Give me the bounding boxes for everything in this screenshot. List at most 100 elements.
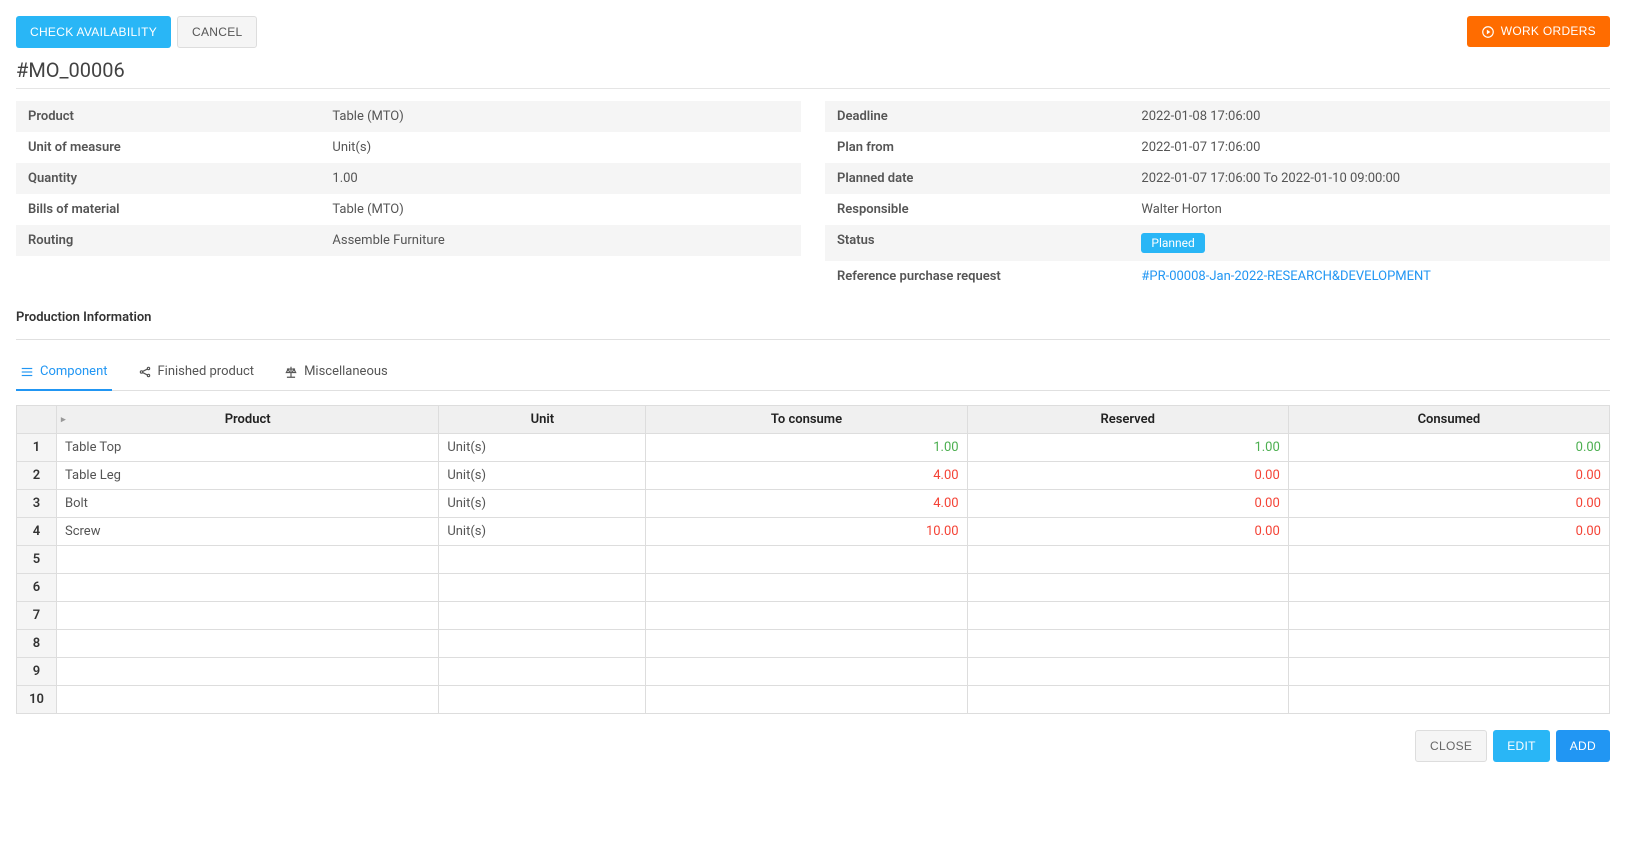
cell-consumed: [1288, 686, 1609, 714]
detail-value: #PR-00008-Jan-2022-RESEARCH&DEVELOPMENT: [1141, 269, 1598, 284]
cell-product: Screw: [57, 518, 439, 546]
work-orders-label: WORK ORDERS: [1501, 24, 1596, 38]
tab-miscellaneous[interactable]: Miscellaneous: [280, 354, 392, 391]
work-orders-button[interactable]: WORK ORDERS: [1467, 16, 1610, 47]
cell-unit: [439, 574, 646, 602]
cell-unit: Unit(s): [439, 518, 646, 546]
detail-label: Responsible: [837, 202, 1141, 217]
top-toolbar-right: WORK ORDERS: [1467, 16, 1610, 47]
row-number: 8: [17, 630, 57, 658]
detail-value: 2022-01-07 17:06:00: [1141, 140, 1598, 155]
cell-reserved: [967, 630, 1288, 658]
col-rownum-header[interactable]: [17, 406, 57, 434]
cell-consumed: [1288, 658, 1609, 686]
details-right-panel: Deadline2022-01-08 17:06:00 Plan from2022…: [825, 101, 1610, 292]
table-row[interactable]: 3BoltUnit(s)4.000.000.00: [17, 490, 1610, 518]
cell-reserved: 0.00: [967, 462, 1288, 490]
col-product-label: Product: [225, 412, 271, 427]
table-row[interactable]: 4ScrewUnit(s)10.000.000.00: [17, 518, 1610, 546]
cell-toconsume: [646, 658, 967, 686]
edit-button[interactable]: EDIT: [1493, 730, 1550, 762]
footer-toolbar: CLOSE EDIT ADD: [16, 730, 1610, 762]
col-consumed-header[interactable]: Consumed: [1288, 406, 1609, 434]
detail-label: Reference purchase request: [837, 269, 1141, 284]
cell-toconsume: 1.00: [646, 434, 967, 462]
tab-component[interactable]: Component: [16, 354, 112, 391]
cancel-button[interactable]: CANCEL: [177, 16, 257, 48]
detail-value: Table (MTO): [332, 202, 789, 217]
page-title: #MO_00006: [16, 58, 1610, 89]
cell-unit: [439, 658, 646, 686]
detail-label: Unit of measure: [28, 140, 332, 155]
col-reserved-header[interactable]: Reserved: [967, 406, 1288, 434]
detail-row: Deadline2022-01-08 17:06:00: [825, 101, 1610, 132]
balance-icon: [284, 364, 298, 379]
table-row[interactable]: 1Table TopUnit(s)1.001.000.00: [17, 434, 1610, 462]
row-number: 3: [17, 490, 57, 518]
table-row[interactable]: 8: [17, 630, 1610, 658]
detail-value: Walter Horton: [1141, 202, 1598, 217]
cell-toconsume: [646, 686, 967, 714]
detail-label: Deadline: [837, 109, 1141, 124]
cell-toconsume: 4.00: [646, 490, 967, 518]
cell-reserved: [967, 546, 1288, 574]
table-row[interactable]: 5: [17, 546, 1610, 574]
table-row[interactable]: 9: [17, 658, 1610, 686]
detail-label: Routing: [28, 233, 332, 248]
row-number: 4: [17, 518, 57, 546]
cell-unit: Unit(s): [439, 490, 646, 518]
detail-row: Reference purchase request#PR-00008-Jan-…: [825, 261, 1610, 292]
cell-consumed: [1288, 602, 1609, 630]
details-left-panel: ProductTable (MTO)Unit of measureUnit(s)…: [16, 101, 801, 292]
detail-value: 1.00: [332, 171, 789, 186]
cell-reserved: [967, 658, 1288, 686]
detail-row: RoutingAssemble Furniture: [16, 225, 801, 256]
cell-product: [57, 686, 439, 714]
cell-unit: Unit(s): [439, 434, 646, 462]
col-toconsume-header[interactable]: To consume: [646, 406, 967, 434]
cell-unit: [439, 546, 646, 574]
detail-label: Planned date: [837, 171, 1141, 186]
detail-value: Unit(s): [332, 140, 789, 155]
detail-value: Assemble Furniture: [332, 233, 789, 248]
divider: [16, 339, 1610, 340]
reference-link[interactable]: #PR-00008-Jan-2022-RESEARCH&DEVELOPMENT: [1141, 269, 1431, 284]
cell-reserved: [967, 686, 1288, 714]
tab-finished-product[interactable]: Finished product: [134, 354, 259, 391]
add-button[interactable]: ADD: [1556, 730, 1610, 762]
cell-consumed: [1288, 630, 1609, 658]
tab-label: Finished product: [158, 364, 255, 379]
detail-row: Unit of measureUnit(s): [16, 132, 801, 163]
cell-toconsume: [646, 602, 967, 630]
status-badge: Planned: [1141, 233, 1204, 253]
row-number: 6: [17, 574, 57, 602]
cell-reserved: [967, 574, 1288, 602]
cell-toconsume: 4.00: [646, 462, 967, 490]
cell-product: Table Leg: [57, 462, 439, 490]
top-toolbar-left: CHECK AVAILABILITY CANCEL: [16, 16, 257, 48]
detail-value: Planned: [1141, 233, 1598, 253]
row-number: 2: [17, 462, 57, 490]
top-toolbar: CHECK AVAILABILITY CANCEL WORK ORDERS: [16, 16, 1610, 48]
share-icon: [138, 364, 152, 379]
detail-label: Quantity: [28, 171, 332, 186]
detail-value: Table (MTO): [332, 109, 789, 124]
cell-reserved: 0.00: [967, 518, 1288, 546]
table-row[interactable]: 6: [17, 574, 1610, 602]
col-product-header[interactable]: ▸ Product: [57, 406, 439, 434]
row-number: 7: [17, 602, 57, 630]
table-row[interactable]: 2Table LegUnit(s)4.000.000.00: [17, 462, 1610, 490]
close-button[interactable]: CLOSE: [1415, 730, 1487, 762]
col-unit-header[interactable]: Unit: [439, 406, 646, 434]
table-row[interactable]: 10: [17, 686, 1610, 714]
cell-consumed: [1288, 546, 1609, 574]
chevron-right-icon: ▸: [61, 415, 66, 425]
check-availability-button[interactable]: CHECK AVAILABILITY: [16, 16, 171, 48]
tabs: Component Finished product Miscellaneous: [16, 354, 1610, 391]
table-row[interactable]: 7: [17, 602, 1610, 630]
row-number: 9: [17, 658, 57, 686]
detail-label: Plan from: [837, 140, 1141, 155]
cell-consumed: 0.00: [1288, 462, 1609, 490]
tab-label: Component: [40, 364, 108, 379]
cell-consumed: 0.00: [1288, 518, 1609, 546]
